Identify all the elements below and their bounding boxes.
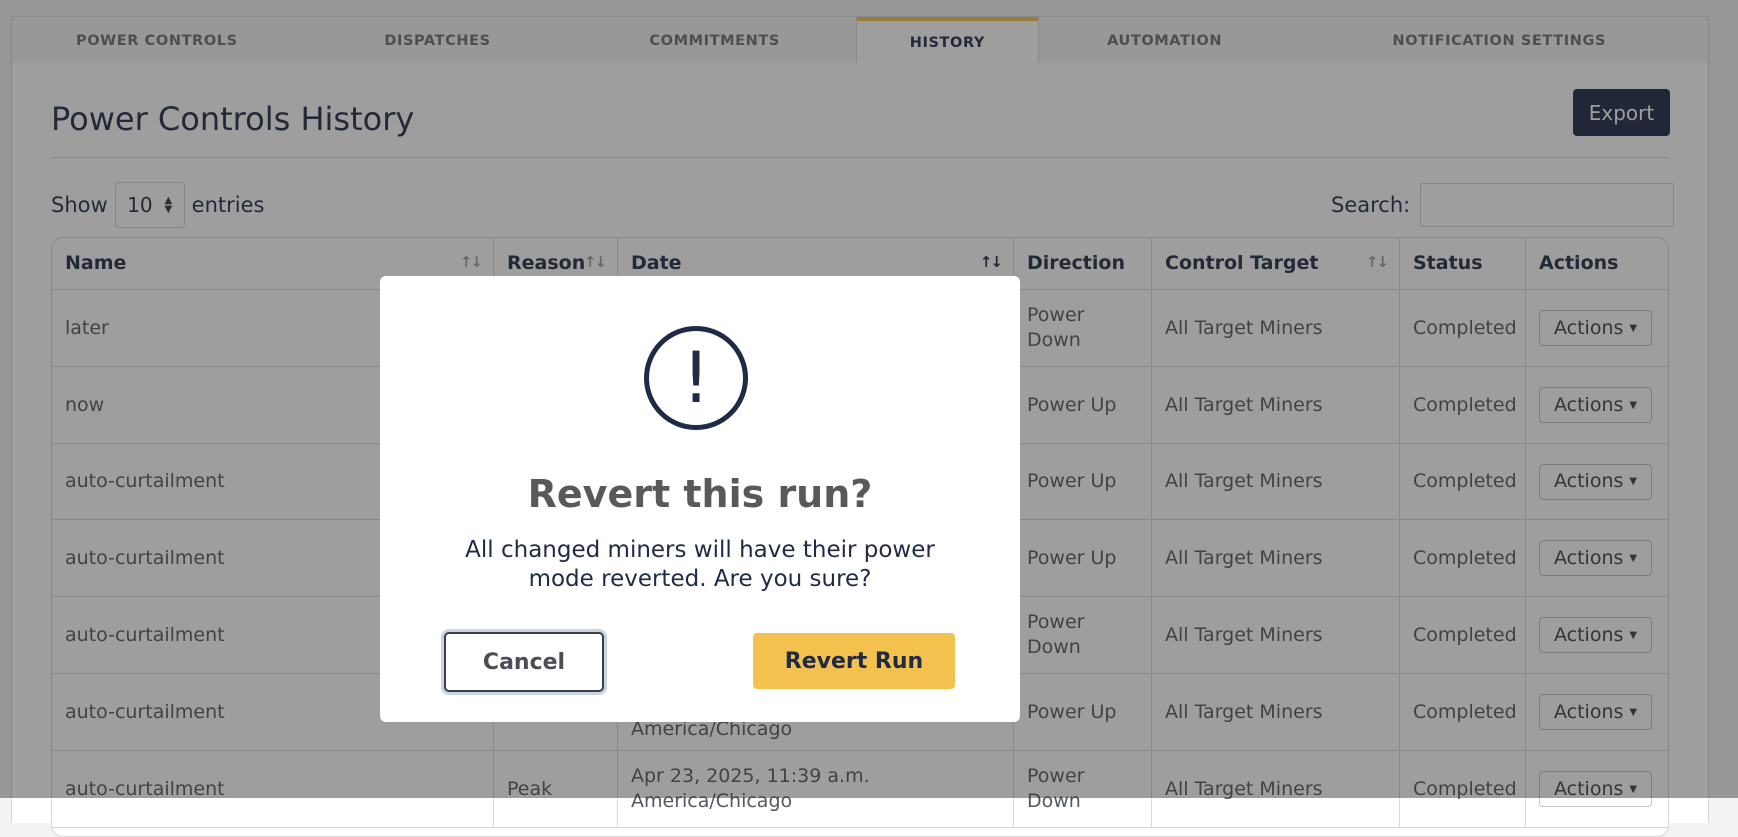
revert-confirm-dialog: ! Revert this run? All changed miners wi… (380, 276, 1020, 722)
page: POWER CONTROLS DISPATCHES COMMITMENTS HI… (0, 0, 1738, 837)
exclamation-circle-icon: ! (644, 326, 748, 430)
dialog-title: Revert this run? (527, 472, 873, 516)
revert-run-button[interactable]: Revert Run (753, 633, 955, 689)
cancel-button[interactable]: Cancel (444, 632, 604, 692)
dialog-message: All changed miners will have their power… (465, 537, 935, 592)
